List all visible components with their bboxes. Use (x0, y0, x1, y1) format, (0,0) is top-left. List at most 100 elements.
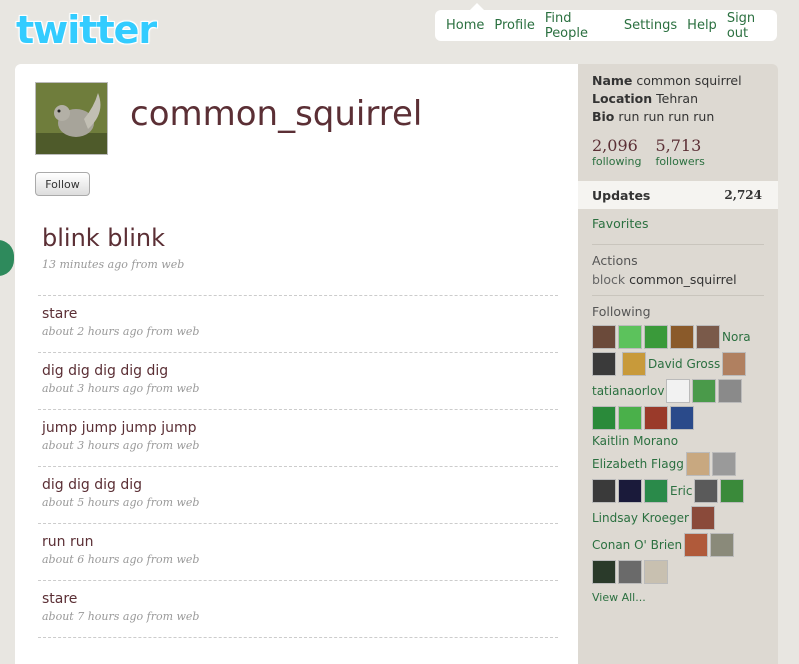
following-avatar[interactable] (684, 533, 709, 557)
top-navigation: Home Profile Find People Settings Help S… (435, 3, 777, 41)
following-avatar[interactable] (666, 379, 691, 403)
following-stat[interactable]: 2,096 following (592, 136, 641, 168)
nav-home-link[interactable]: Home (446, 18, 484, 33)
tweet-meta[interactable]: about 6 hours ago from web (42, 553, 554, 566)
following-avatar[interactable] (592, 560, 616, 584)
bio-row: Bio run run run run (592, 108, 764, 126)
logo-text: twitter (16, 8, 157, 52)
following-avatar[interactable] (696, 325, 720, 349)
following-avatar[interactable] (592, 352, 616, 376)
following-avatar[interactable] (621, 352, 646, 376)
actions-heading: Actions (592, 253, 638, 268)
tweet-meta[interactable]: about 7 hours ago from web (42, 610, 554, 623)
nav-profile-link[interactable]: Profile (494, 18, 534, 33)
tweet-text: run run (42, 534, 94, 550)
tweet-meta[interactable]: about 2 hours ago from web (42, 325, 554, 338)
main-content: common_squirrel Follow blink blink 13 mi… (15, 64, 578, 664)
following-label: following (592, 155, 642, 168)
following-avatar[interactable] (644, 560, 668, 584)
favorites-link[interactable]: Favorites (578, 209, 778, 238)
following-avatar[interactable] (592, 406, 616, 430)
bio-value: run run run run (618, 109, 715, 124)
following-avatar[interactable] (644, 406, 668, 430)
profile-avatar[interactable] (35, 82, 108, 155)
location-label: Location (592, 91, 653, 106)
view-all-following-link[interactable]: View All... (578, 587, 778, 608)
following-avatar[interactable] (618, 479, 642, 503)
followers-count: 5,713 (655, 136, 702, 155)
name-row: Name common squirrel (592, 72, 764, 90)
following-avatar[interactable] (618, 560, 642, 584)
divider (592, 295, 764, 296)
followers-label: followers (655, 155, 705, 168)
following-avatar[interactable] (692, 379, 717, 403)
page-edge-marker (0, 240, 14, 276)
block-username: common_squirrel (629, 272, 737, 287)
tweet-meta[interactable]: about 3 hours ago from web (42, 439, 554, 452)
tweet-meta[interactable]: about 5 hours ago from web (42, 496, 554, 509)
tweet-text: jump jump jump jump (42, 420, 197, 436)
following-avatar[interactable] (592, 325, 616, 349)
following-name-link[interactable]: tatianaorlov (592, 383, 664, 399)
following-avatar[interactable] (618, 325, 642, 349)
tweet-item: jump jump jump jump about 3 hours ago fr… (38, 410, 558, 467)
name-label: Name (592, 73, 633, 88)
follow-button[interactable]: Follow (35, 172, 90, 196)
profile-sidebar: Name common squirrel Location Tehran Bio… (578, 64, 778, 664)
name-value: common squirrel (636, 73, 742, 88)
twitter-logo[interactable]: twitter (16, 8, 157, 52)
tweet-item: stare about 7 hours ago from web (38, 581, 558, 638)
following-avatar[interactable] (710, 533, 735, 557)
tweet-text: stare (42, 306, 78, 322)
following-name-link[interactable]: Eric (670, 483, 692, 499)
nav-settings-link[interactable]: Settings (624, 18, 677, 33)
followers-stat[interactable]: 5,713 followers (655, 136, 704, 168)
updates-tab[interactable]: Updates 2,724 (578, 181, 778, 209)
block-action[interactable]: block common_squirrel (578, 270, 778, 289)
tweet-meta[interactable]: 13 minutes ago from web (42, 258, 554, 271)
following-avatar[interactable] (718, 379, 743, 403)
tweet-text: dig dig dig dig dig (42, 363, 169, 379)
tweet-text: dig dig dig dig (42, 477, 143, 493)
following-avatar[interactable] (722, 352, 747, 376)
nav-help-link[interactable]: Help (687, 18, 717, 33)
following-avatar[interactable] (644, 325, 668, 349)
location-value: Tehran (656, 91, 698, 106)
tweet-text: blink blink (42, 224, 165, 252)
updates-label: Updates (592, 187, 651, 203)
tweet-item: run run about 6 hours ago from web (38, 524, 558, 581)
following-name-link[interactable]: David Gross (648, 356, 720, 372)
divider (592, 244, 764, 245)
following-avatar[interactable] (670, 406, 694, 430)
following-avatar[interactable] (694, 479, 719, 503)
tweet-meta[interactable]: about 3 hours ago from web (42, 382, 554, 395)
updates-count: 2,724 (724, 188, 762, 202)
following-name-link[interactable]: Kaitlin Morano (592, 433, 678, 449)
follow-stats: 2,096 following 5,713 followers (578, 126, 778, 168)
following-name-link[interactable]: Nora (722, 329, 751, 345)
tweet-feed: blink blink 13 minutes ago from web star… (38, 214, 558, 638)
following-avatar[interactable] (711, 452, 736, 476)
profile-username: common_squirrel (130, 94, 423, 134)
tweet-item: dig dig dig dig dig about 3 hours ago fr… (38, 353, 558, 410)
following-name-link[interactable]: Lindsay Kroeger (592, 510, 689, 526)
following-avatar[interactable] (685, 452, 710, 476)
following-avatars: Nora David Gross tatianaorlov Kaitlin Mo… (578, 321, 778, 587)
following-avatar[interactable] (618, 406, 642, 430)
tweet-text: stare (42, 591, 78, 607)
following-count: 2,096 (592, 136, 638, 155)
nav-sign-out-link[interactable]: Sign out (727, 11, 777, 41)
following-avatar[interactable] (670, 325, 694, 349)
location-row: Location Tehran (592, 90, 764, 108)
following-avatar[interactable] (690, 506, 715, 530)
profile-info: Name common squirrel Location Tehran Bio… (578, 64, 778, 126)
following-avatar[interactable] (720, 479, 745, 503)
following-avatar[interactable] (644, 479, 668, 503)
tweet-item: stare about 2 hours ago from web (38, 296, 558, 353)
nav-caret (470, 3, 484, 10)
following-name-link[interactable]: Elizabeth Flagg (592, 456, 684, 472)
following-avatar[interactable] (592, 479, 616, 503)
tweet-item: blink blink 13 minutes ago from web (38, 214, 558, 296)
nav-find-people-link[interactable]: Find People (545, 11, 614, 41)
following-name-link[interactable]: Conan O' Brien (592, 537, 682, 553)
